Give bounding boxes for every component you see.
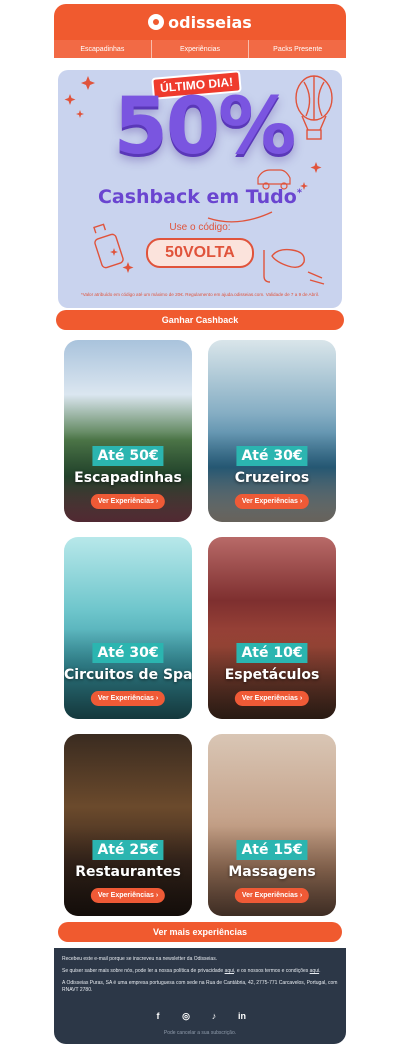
linkedin-icon[interactable]: in: [236, 1010, 248, 1022]
card-title: Restaurantes: [75, 864, 181, 880]
underline-swoosh: [207, 211, 273, 223]
nav-bar: Escapadinhas Experiências Packs Presente: [54, 40, 346, 58]
tiktok-icon[interactable]: ♪: [208, 1010, 220, 1022]
footer-period: .: [319, 968, 321, 974]
ver-experiencias-button[interactable]: Ver Experiências ›: [234, 888, 310, 903]
card-title: Espetáculos: [224, 667, 320, 683]
header-bar: odisseias: [54, 4, 346, 40]
footer-privacy-line: Se quiser saber mais sobre nós, pode ler…: [62, 968, 338, 975]
nav-item-experiencias[interactable]: Experiências: [150, 40, 249, 58]
ver-experiencias-button[interactable]: Ver Experiências ›: [90, 494, 166, 509]
ver-experiencias-button[interactable]: Ver Experiências ›: [234, 494, 310, 509]
instagram-icon[interactable]: ◎: [180, 1010, 192, 1022]
card-circuitos-de-spa[interactable]: Até 30€ Circuitos de Spa Ver Experiência…: [64, 537, 192, 719]
card-massagens[interactable]: Até 15€ Massagens Ver Experiências ›: [208, 734, 336, 916]
card-price: Até 30€: [236, 446, 308, 466]
privacy-link[interactable]: aqui: [225, 968, 234, 974]
sparkle-icon: [64, 94, 76, 105]
hero-subtitle-text: Cashback em Tudo: [97, 186, 297, 208]
hero-disclaimer: *Valor atribuído em código até um máximo…: [80, 292, 320, 297]
brand-logo[interactable]: odisseias: [148, 13, 252, 32]
card-title: Circuitos de Spa: [64, 667, 192, 683]
ver-experiencias-button[interactable]: Ver Experiências ›: [90, 691, 166, 706]
card-price: Até 25€: [92, 840, 164, 860]
card-price: Até 15€: [236, 840, 308, 860]
card-espetaculos[interactable]: Até 10€ Espetáculos Ver Experiências ›: [208, 537, 336, 719]
ganhar-cashback-button[interactable]: Ganhar Cashback: [56, 310, 344, 330]
email-container: odisseias Escapadinhas Experiências Pack…: [54, 4, 346, 1044]
hero-asterisk: *: [296, 187, 303, 199]
card-price: Até 30€: [92, 643, 164, 663]
nav-item-packs-presente[interactable]: Packs Presente: [248, 40, 346, 58]
sparkle-icon: [81, 76, 95, 90]
snorkel-icon: [263, 248, 325, 285]
footer-newsletter-note: Recebeu este e-mail porque se inscreveu …: [62, 956, 218, 962]
code-label: Use o código:: [169, 222, 231, 233]
card-title: Cruzeiros: [234, 470, 310, 486]
unsubscribe-link[interactable]: Pode cancelar a sua subscrição.: [54, 1030, 346, 1036]
card-cruzeiros[interactable]: Até 30€ Cruzeiros Ver Experiências ›: [208, 340, 336, 522]
hero-subtitle: Cashback em Tudo*: [58, 186, 342, 208]
nav-item-escapadinhas[interactable]: Escapadinhas: [54, 40, 151, 58]
card-restaurantes[interactable]: Até 25€ Restaurantes Ver Experiências ›: [64, 734, 192, 916]
terms-link[interactable]: aqui: [310, 968, 319, 974]
card-price: Até 50€: [92, 446, 164, 466]
card-escapadinhas[interactable]: Até 50€ Escapadinhas Ver Experiências ›: [64, 340, 192, 522]
facebook-icon[interactable]: f: [152, 1010, 164, 1022]
footer: Recebeu este e-mail porque se inscreveu …: [54, 948, 346, 1044]
hero-percent: 50%: [113, 82, 297, 172]
footer-privacy-text: Se quiser saber mais sobre nós, pode ler…: [62, 968, 225, 974]
footer-company-info: A Odisseias Puras, SA é uma empresa port…: [62, 980, 338, 993]
sparkle-icon: [122, 262, 134, 273]
card-price: Até 10€: [236, 643, 308, 663]
ver-mais-experiencias-button[interactable]: Ver mais experiências: [58, 922, 342, 942]
sparkle-icon: [76, 110, 84, 118]
sparkle-icon: [110, 248, 118, 256]
ver-experiencias-button[interactable]: Ver Experiências ›: [90, 888, 166, 903]
footer-terms-text: , e os nossos termos e condições: [234, 968, 310, 974]
card-title: Massagens: [228, 864, 316, 880]
logo-icon: [148, 14, 165, 30]
promo-code[interactable]: 50VOLTA: [146, 238, 254, 268]
social-links: f ◎ ♪ in: [54, 1010, 346, 1022]
card-title: Escapadinhas: [74, 470, 182, 486]
hero-banner[interactable]: ÚLTIMO DIA! 50% Cashback em Tudo* Use o …: [58, 70, 342, 308]
ver-experiencias-button[interactable]: Ver Experiências ›: [234, 691, 310, 706]
brand-name: odisseias: [168, 12, 252, 32]
